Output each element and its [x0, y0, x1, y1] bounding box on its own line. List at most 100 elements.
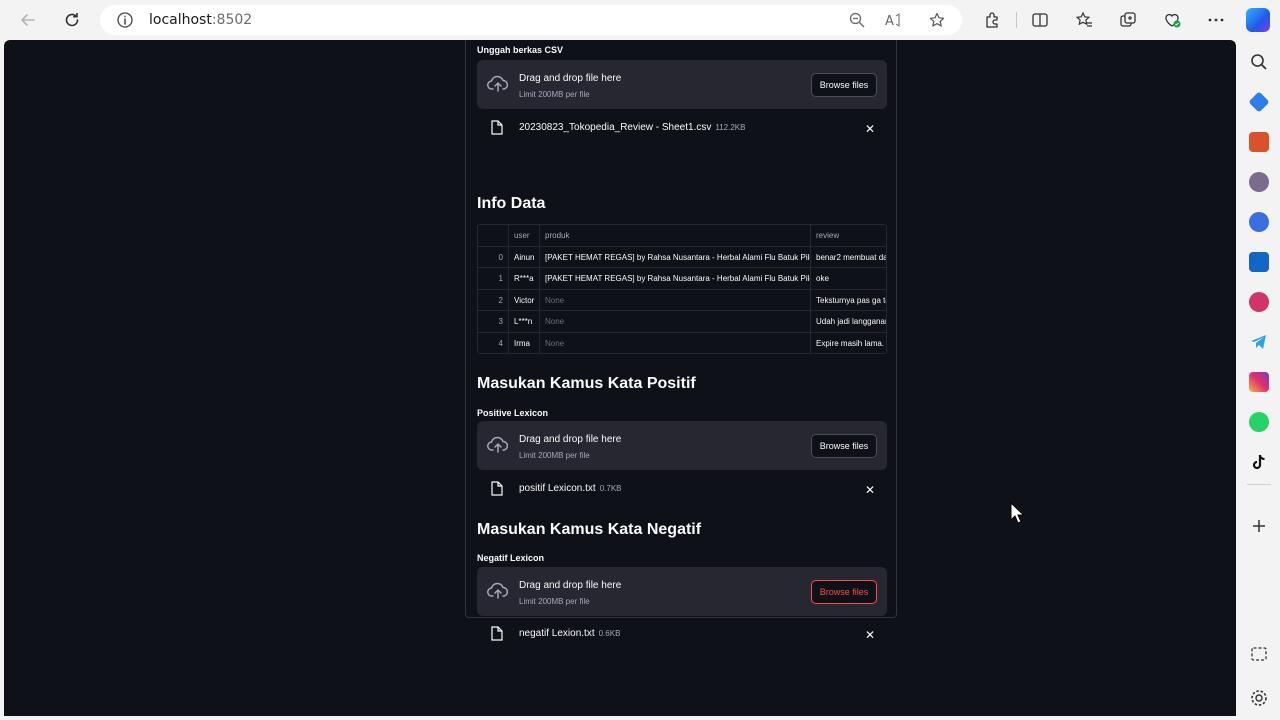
close-icon[interactable]: ✕ [865, 483, 875, 497]
tools-icon[interactable] [1249, 132, 1269, 152]
favorites-icon[interactable] [1075, 11, 1093, 29]
url-text[interactable]: localhost:8502 [149, 12, 252, 28]
whatsapp-icon[interactable] [1249, 412, 1269, 432]
cell-produk[interactable]: None [540, 289, 811, 311]
positive-dropzone[interactable]: Drag and drop file here Limit 200MB per … [477, 421, 887, 470]
telegram-icon[interactable] [1249, 332, 1269, 352]
cell-review[interactable]: Expire masih lama. T [811, 333, 886, 354]
file-name: 20230823_Tokopedia_Review - Sheet1.csv [519, 122, 712, 133]
cell-produk[interactable]: [PAKET HEMAT REGAS] by Rahsa Nusantara -… [540, 268, 811, 290]
dropzone-limit: Limit 200MB per file [519, 451, 590, 460]
row-index: 0 [478, 246, 509, 268]
info-data-heading: Info Data [477, 195, 546, 212]
data-table[interactable]: user produk review 0 Ainun [PAKET HEMAT … [477, 224, 887, 354]
search-icon[interactable] [1249, 52, 1269, 72]
outlook-icon[interactable] [1249, 252, 1269, 272]
performance-icon[interactable] [1163, 11, 1181, 29]
cell-produk[interactable]: None [540, 311, 811, 333]
cell-review[interactable]: Udah jadi langganan [811, 311, 886, 333]
settings-gear-icon[interactable] [1249, 688, 1269, 708]
browse-files-button[interactable]: Browse files [811, 580, 877, 604]
file-icon [491, 481, 503, 496]
uploaded-file-csv: 20230823_Tokopedia_Review - Sheet1.csv 11… [477, 116, 887, 140]
cell-produk[interactable]: None [540, 332, 811, 353]
browser-sidebar [1238, 40, 1280, 720]
table-row: 2 Victor None Teksturnya pas ga te [478, 289, 886, 312]
browse-files-button[interactable]: Browse files [811, 73, 877, 97]
cell-review[interactable]: benar2 membuat da [811, 247, 886, 269]
table-header-produk[interactable]: produk [540, 225, 811, 247]
read-aloud-icon[interactable]: A [885, 12, 901, 28]
sidebar-separator [1247, 484, 1271, 485]
address-bar[interactable]: localhost:8502 A [100, 5, 962, 35]
table-row: 4 Irma None Expire masih lama. T [478, 332, 886, 354]
more-icon[interactable] [1207, 11, 1225, 29]
positive-lexicon-label: Positive Lexicon [477, 408, 549, 418]
screenshot-icon[interactable] [1249, 644, 1269, 664]
dropzone-instructions: Drag and drop file here [519, 580, 622, 591]
cell-review[interactable]: Teksturnya pas ga te [811, 290, 886, 312]
cloud-upload-icon [487, 75, 509, 92]
refresh-icon[interactable] [60, 8, 84, 32]
dropzone-limit: Limit 200MB per file [519, 90, 590, 99]
table-header-row: user produk review [478, 225, 886, 247]
games-icon[interactable] [1249, 172, 1269, 192]
browse-files-button[interactable]: Browse files [811, 434, 877, 458]
info-icon[interactable] [116, 11, 134, 29]
csv-upload-label: Unggah berkas CSV [477, 45, 564, 55]
close-icon[interactable]: ✕ [865, 122, 875, 136]
cell-user[interactable]: Irma [509, 332, 540, 353]
file-size: 112.2KB [715, 123, 746, 132]
star-icon[interactable] [929, 12, 945, 28]
table-header-review[interactable]: review [811, 225, 886, 247]
cell-user[interactable]: L***n [509, 311, 540, 333]
file-icon [491, 626, 503, 641]
url-host: localhost [149, 12, 212, 28]
office-icon[interactable] [1249, 212, 1269, 232]
url-port: :8502 [211, 12, 253, 28]
split-screen-icon[interactable] [1031, 11, 1049, 29]
designer-icon[interactable] [1249, 292, 1269, 312]
file-size: 0.6KB [598, 629, 621, 638]
cell-user[interactable]: R***a [509, 268, 540, 290]
cell-user[interactable]: Ainun [509, 246, 540, 268]
extensions-icon[interactable] [983, 11, 1001, 29]
page-viewport: Unggah berkas CSV Drag and drop file her… [4, 40, 1236, 716]
add-icon[interactable] [1249, 516, 1269, 536]
tiktok-icon[interactable] [1249, 452, 1269, 472]
copilot-icon[interactable] [1246, 8, 1270, 32]
svg-text:A: A [885, 14, 894, 28]
negatif-heading: Masukan Kamus Kata Negatif [477, 521, 702, 538]
shopping-tag-icon[interactable] [1248, 91, 1270, 113]
file-name: negatif Lexion.txt [519, 628, 595, 639]
table-header-index [478, 225, 509, 247]
table-row: 3 L***n None Udah jadi langganan [478, 311, 886, 333]
positif-heading: Masukan Kamus Kata Positif [477, 375, 696, 392]
instagram-icon[interactable] [1249, 372, 1269, 392]
cell-user[interactable]: Victor [509, 289, 540, 311]
cell-review[interactable]: oke [811, 268, 886, 290]
table-row: 1 R***a [PAKET HEMAT REGAS] by Rahsa Nus… [478, 268, 886, 290]
collections-icon[interactable] [1119, 11, 1137, 29]
file-icon [491, 120, 503, 135]
table-row: 0 Ainun [PAKET HEMAT REGAS] by Rahsa Nus… [478, 246, 886, 269]
table-header-user[interactable]: user [509, 225, 540, 247]
close-icon[interactable]: ✕ [865, 628, 875, 642]
cloud-upload-icon [487, 436, 509, 453]
zoom-out-icon[interactable] [849, 12, 865, 28]
cloud-upload-icon [487, 582, 509, 599]
dropzone-instructions: Drag and drop file here [519, 73, 622, 84]
mouse-cursor-icon [1010, 502, 1024, 524]
uploaded-file-positive: positif Lexicon.txt 0.7KB ✕ [477, 477, 887, 501]
dropzone-instructions: Drag and drop file here [519, 434, 622, 445]
row-index: 1 [478, 268, 509, 290]
negatif-dropzone[interactable]: Drag and drop file here Limit 200MB per … [477, 567, 887, 616]
back-arrow-icon[interactable] [16, 8, 40, 32]
browser-toolbar: localhost:8502 A [0, 0, 1280, 40]
cell-produk[interactable]: [PAKET HEMAT REGAS] by Rahsa Nusantara -… [540, 246, 811, 268]
csv-dropzone[interactable]: Drag and drop file here Limit 200MB per … [477, 60, 887, 109]
row-index: 2 [478, 289, 509, 311]
file-name: positif Lexicon.txt [519, 483, 596, 494]
dropzone-limit: Limit 200MB per file [519, 597, 590, 606]
row-index: 4 [478, 332, 509, 353]
